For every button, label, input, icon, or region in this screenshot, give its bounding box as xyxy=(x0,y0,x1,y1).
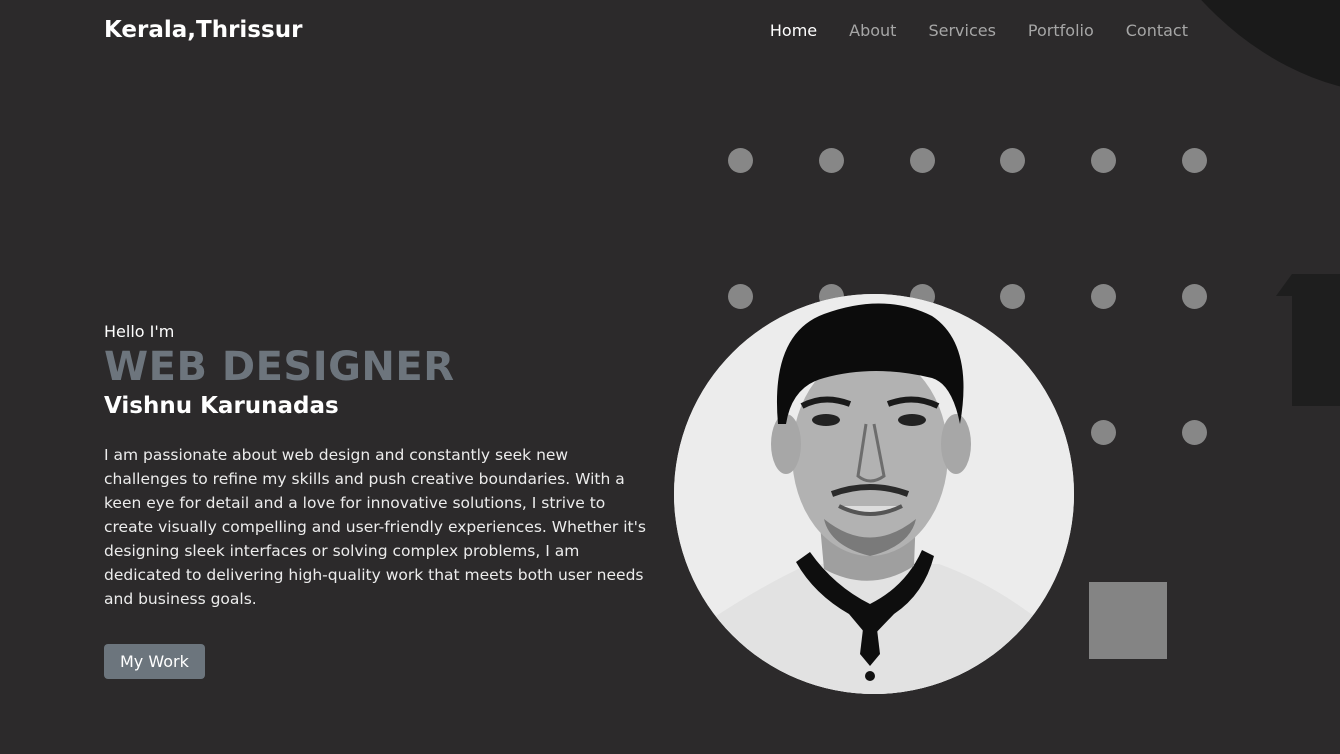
nav-links: Home About Services Portfolio Contact xyxy=(770,21,1188,40)
nav-link-home[interactable]: Home xyxy=(770,21,817,40)
nav-link-contact[interactable]: Contact xyxy=(1126,21,1188,40)
hero-section: Hello I'm WEB DESIGNER Vishnu Karunadas … xyxy=(104,322,664,679)
decorative-dot xyxy=(1182,148,1207,173)
brand-logo[interactable]: Kerala,Thrissur xyxy=(104,17,302,43)
decorative-dot xyxy=(1091,284,1116,309)
decorative-side-tab xyxy=(1292,296,1340,406)
decorative-dot xyxy=(910,148,935,173)
decorative-dot xyxy=(1182,284,1207,309)
decorative-dot xyxy=(1091,420,1116,445)
decorative-square xyxy=(1089,582,1167,659)
decorative-dot xyxy=(819,148,844,173)
nav-link-about[interactable]: About xyxy=(849,21,896,40)
decorative-dot xyxy=(1182,420,1207,445)
profile-photo xyxy=(674,294,1074,694)
decorative-dot xyxy=(1000,148,1025,173)
decorative-dot xyxy=(728,148,753,173)
hero-name: Vishnu Karunadas xyxy=(104,393,339,419)
decorative-dot xyxy=(728,284,753,309)
hero-bio: I am passionate about web design and con… xyxy=(104,446,646,608)
hero-role-title: WEB DESIGNER xyxy=(104,344,455,390)
hero-greeting: Hello I'm xyxy=(104,322,175,341)
decorative-dot xyxy=(1000,284,1025,309)
decorative-dot xyxy=(1091,148,1116,173)
portrait-illustration-icon xyxy=(674,294,1074,694)
nav-link-portfolio[interactable]: Portfolio xyxy=(1028,21,1094,40)
top-navbar: Kerala,Thrissur Home About Services Port… xyxy=(0,0,1340,66)
nav-link-services[interactable]: Services xyxy=(928,21,995,40)
my-work-button[interactable]: My Work xyxy=(104,644,205,679)
